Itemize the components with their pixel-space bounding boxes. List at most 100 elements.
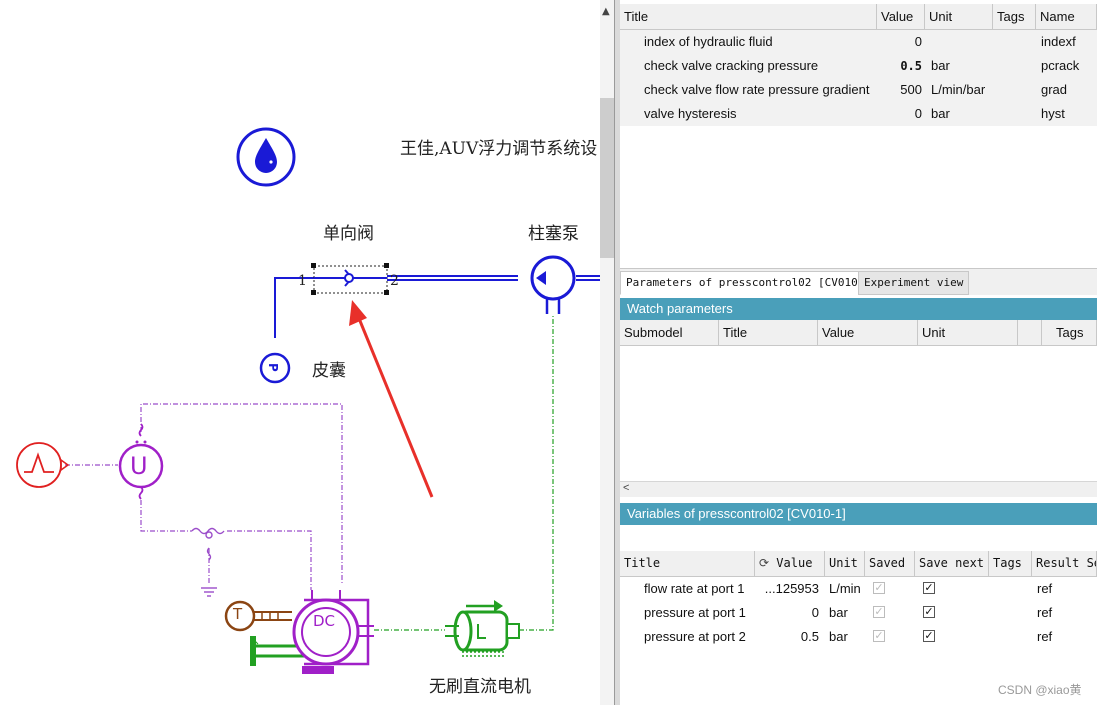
var-unit: L/min xyxy=(829,581,861,596)
parameters-header: Title Value Unit Tags Name xyxy=(620,4,1097,30)
col-name[interactable]: Name xyxy=(1036,4,1097,29)
var-value: 0.5 xyxy=(800,629,819,644)
mechanical-shaft xyxy=(374,316,554,631)
variable-row[interactable]: pressure at port 1 0 bar ✓ ✓ ref xyxy=(620,601,1097,625)
param-title: check valve cracking pressure xyxy=(644,58,819,73)
pressure-source-icon[interactable]: P xyxy=(259,352,291,384)
param-unit: bar xyxy=(931,106,950,121)
col-unit[interactable]: Unit xyxy=(925,4,993,29)
param-value[interactable]: 500 xyxy=(877,78,922,102)
param-name: pcrack xyxy=(1041,58,1080,73)
col-title[interactable]: Title xyxy=(620,551,755,576)
save-next-checkbox[interactable]: ✓ xyxy=(923,606,935,618)
param-title: index of hydraulic fluid xyxy=(644,34,773,49)
var-value: ...125953 xyxy=(764,581,819,596)
scrollbar-thumb[interactable] xyxy=(600,98,614,258)
col-tags[interactable]: Tags xyxy=(1042,320,1097,345)
var-result-set: ref xyxy=(1037,629,1053,644)
ground-icon xyxy=(191,527,225,597)
variable-row[interactable]: pressure at port 2 0.5 bar ✓ ✓ ref xyxy=(620,625,1097,649)
col-title[interactable]: Title xyxy=(620,4,877,29)
param-name: grad xyxy=(1041,82,1068,97)
sketch-canvas[interactable]: P 王佳,AUV浮力调节系统设 单向阀 柱塞泵 皮囊 无刷直流电机 1 2 U … xyxy=(0,0,614,705)
parameter-row[interactable]: check valve flow rate pressure gradient … xyxy=(620,78,1097,102)
param-title: valve hysteresis xyxy=(644,106,737,121)
var-result-set: ref xyxy=(1037,605,1053,620)
param-value[interactable]: 0.5 xyxy=(877,54,922,78)
col-submodel[interactable]: Submodel xyxy=(620,320,719,345)
param-title: check valve flow rate pressure gradient xyxy=(644,82,870,97)
diagram-title: 王佳,AUV浮力调节系统设 xyxy=(400,139,598,159)
col-value[interactable]: ⟳ Value xyxy=(755,551,825,576)
right-panel: Title Value Unit Tags Name index of hydr… xyxy=(620,0,1097,705)
col-blank[interactable] xyxy=(1018,320,1042,345)
watch-table-header: Submodel Title Value Unit Tags xyxy=(620,320,1097,346)
refresh-icon[interactable]: ⟳ xyxy=(759,556,769,570)
pump-label: 柱塞泵 xyxy=(528,224,579,244)
canvas-scrollbar[interactable]: ▲ xyxy=(600,0,614,705)
col-tags[interactable]: Tags xyxy=(993,4,1036,29)
var-title: flow rate at port 1 xyxy=(644,581,745,596)
var-title: pressure at port 1 xyxy=(644,605,746,620)
parameter-row[interactable]: check valve cracking pressure 0.5 bar pc… xyxy=(620,54,1097,78)
param-name: hyst xyxy=(1041,106,1065,121)
param-unit: bar xyxy=(931,58,950,73)
watermark: CSDN @xiao黄 xyxy=(998,683,1082,697)
param-name: indexf xyxy=(1041,34,1076,49)
plunger-pump-icon[interactable] xyxy=(530,255,576,314)
signal-wire xyxy=(65,403,343,590)
port-1-label: 1 xyxy=(298,273,307,289)
var-title: pressure at port 2 xyxy=(644,629,746,644)
variable-row[interactable]: flow rate at port 1 ...125953 L/min ✓ ✓ … xyxy=(620,577,1097,601)
check-valve-icon[interactable] xyxy=(311,263,389,295)
svg-text:P: P xyxy=(266,363,280,372)
param-unit xyxy=(931,30,993,54)
parameter-row[interactable]: index of hydraulic fluid 0 indexf xyxy=(620,30,1097,54)
tab-parameters[interactable]: Parameters of presscontrol02 [CV010-1] xyxy=(620,271,884,295)
save-next-checkbox[interactable]: ✓ xyxy=(923,630,935,642)
col-result-set[interactable]: Result Set xyxy=(1032,551,1097,576)
col-saved[interactable]: Saved xyxy=(865,551,915,576)
annotation-arrow xyxy=(349,300,434,498)
col-value[interactable]: Value xyxy=(818,320,918,345)
thermal-symbol: T xyxy=(233,605,243,623)
var-unit: bar xyxy=(829,629,848,644)
col-value[interactable]: Value xyxy=(877,4,925,29)
motor-symbol: DC xyxy=(313,612,336,630)
var-value: 0 xyxy=(811,605,819,620)
variables-header: Variables of presscontrol02 [CV010-1] xyxy=(620,503,1097,525)
param-value[interactable]: 0 xyxy=(877,102,922,126)
param-unit: L/min/bar xyxy=(931,82,986,97)
col-unit[interactable]: Unit xyxy=(918,320,1018,345)
check-valve-label: 单向阀 xyxy=(323,224,374,244)
var-result-set: ref xyxy=(1037,581,1053,596)
scroll-up-icon[interactable]: ▲ xyxy=(602,6,610,17)
tab-experiment-view[interactable]: Experiment view xyxy=(858,271,970,295)
watch-parameters-header: Watch parameters xyxy=(620,298,1097,320)
circuit-diagram: P xyxy=(16,127,600,674)
param-value[interactable]: 0 xyxy=(877,30,922,54)
signal-source-icon[interactable] xyxy=(16,442,70,488)
variables-table-header: Title ⟳ Value Unit Saved Save next Tags … xyxy=(620,551,1097,577)
dc-motor-icon[interactable] xyxy=(250,590,374,674)
parameter-row[interactable]: valve hysteresis 0 bar hyst xyxy=(620,102,1097,126)
col-title[interactable]: Title xyxy=(719,320,818,345)
hydraulic-fluid-icon[interactable] xyxy=(236,127,296,187)
watch-horizontal-scrollbar[interactable]: < xyxy=(620,481,1097,497)
col-tags[interactable]: Tags xyxy=(989,551,1032,576)
save-next-checkbox[interactable]: ✓ xyxy=(923,582,935,594)
rotary-load-icon[interactable] xyxy=(445,600,520,657)
tab-bar: Parameters of presscontrol02 [CV010-1] E… xyxy=(620,268,1097,295)
scroll-left-icon[interactable]: < xyxy=(623,482,629,494)
var-unit: bar xyxy=(829,605,848,620)
col-save-next[interactable]: Save next xyxy=(915,551,989,576)
saved-checkbox: ✓ xyxy=(873,606,885,618)
port-2-label: 2 xyxy=(390,273,399,289)
bladder-label: 皮囊 xyxy=(312,361,346,381)
col-unit[interactable]: Unit xyxy=(825,551,865,576)
saved-checkbox: ✓ xyxy=(873,630,885,642)
voltage-symbol: U xyxy=(130,452,148,480)
saved-checkbox: ✓ xyxy=(873,582,885,594)
motor-label: 无刷直流电机 xyxy=(429,677,531,697)
col-value-label: Value xyxy=(776,556,813,570)
